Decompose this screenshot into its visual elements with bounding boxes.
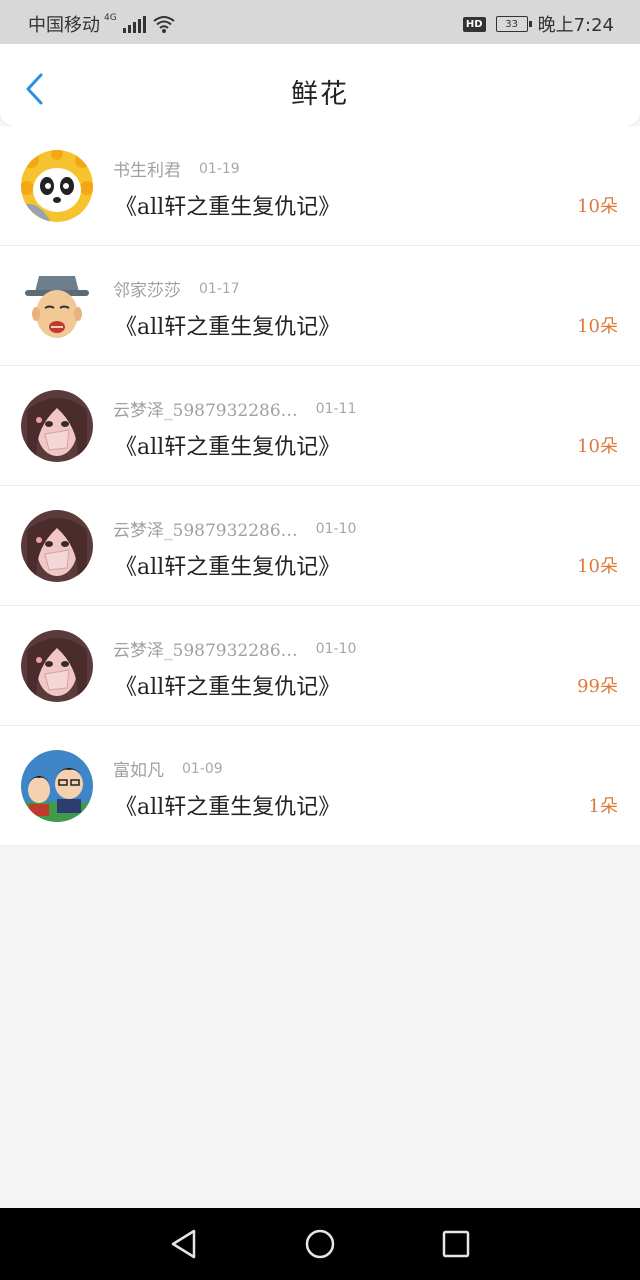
battery-icon: 33 (495, 16, 532, 32)
user-name: 邻家莎莎 (113, 281, 181, 301)
avatar (21, 750, 93, 822)
book-title: 《all轩之重生复仇记》 (115, 555, 341, 580)
status-left: 中国移动 4G (28, 11, 176, 37)
item-meta: 书生利君 01-19 (113, 156, 240, 182)
back-triangle-icon (171, 1229, 196, 1259)
user-name: 云梦泽_5987932286… (113, 521, 298, 541)
recents-square-icon (442, 1230, 470, 1258)
flower-list: 书生利君 01-19 《all轩之重生复仇记》 10朵 邻家莎莎 01-17 《 (0, 126, 640, 846)
list-item[interactable]: 云梦泽_5987932286… 01-11 《all轩之重生复仇记》 10朵 (0, 366, 640, 486)
flower-amount: 10朵 (577, 316, 618, 337)
flower-amount: 1朵 (588, 796, 618, 817)
book-title: 《all轩之重生复仇记》 (115, 435, 341, 460)
battery-level: 33 (505, 18, 518, 30)
list-item[interactable]: 云梦泽_5987932286… 01-10 《all轩之重生复仇记》 99朵 (0, 606, 640, 726)
avatar (21, 270, 93, 342)
list-item[interactable]: 富如凡 01-09 《all轩之重生复仇记》 1朵 (0, 726, 640, 846)
system-nav-bar (0, 1208, 640, 1280)
avatar (21, 150, 93, 222)
book-title: 《all轩之重生复仇记》 (115, 195, 341, 220)
user-name: 云梦泽_5987932286… (113, 401, 298, 421)
item-date: 01-10 (315, 640, 357, 657)
home-circle-icon (305, 1229, 335, 1259)
list-item[interactable]: 邻家莎莎 01-17 《all轩之重生复仇记》 10朵 (0, 246, 640, 366)
carrier-label: 中国移动 (28, 15, 100, 36)
item-date: 01-10 (315, 520, 357, 537)
item-date: 01-09 (182, 760, 223, 777)
item-meta: 云梦泽_5987932286… 01-10 (113, 516, 357, 542)
status-bar: 中国移动 4G HD 33 晚上7:24 (0, 0, 640, 44)
item-meta: 云梦泽_5987932286… 01-11 (113, 396, 357, 422)
status-right: HD 33 晚上7:24 (462, 11, 614, 37)
flower-amount: 10朵 (577, 556, 618, 577)
nav-recents-button[interactable] (440, 1228, 472, 1260)
user-name: 云梦泽_5987932286… (113, 641, 298, 661)
hd-badge: HD (462, 16, 486, 32)
item-date: 01-17 (199, 280, 240, 297)
book-title: 《all轩之重生复仇记》 (115, 675, 341, 700)
user-name: 富如凡 (113, 761, 164, 781)
book-title: 《all轩之重生复仇记》 (115, 795, 341, 820)
flower-amount: 10朵 (577, 196, 618, 217)
flower-amount: 99朵 (577, 676, 618, 697)
book-title: 《all轩之重生复仇记》 (115, 315, 341, 340)
item-meta: 云梦泽_5987932286… 01-10 (113, 636, 357, 662)
item-meta: 邻家莎莎 01-17 (113, 276, 240, 302)
avatar (21, 630, 93, 702)
nav-home-button[interactable] (304, 1228, 336, 1260)
item-date: 01-19 (199, 160, 240, 177)
signal-icon (122, 15, 146, 33)
nav-back-button[interactable] (168, 1228, 200, 1260)
avatar (21, 390, 93, 462)
list-item[interactable]: 云梦泽_5987932286… 01-10 《all轩之重生复仇记》 10朵 (0, 486, 640, 606)
avatar (21, 510, 93, 582)
clock: 晚上7:24 (537, 15, 614, 36)
network-type: 4G (104, 13, 117, 23)
list-item[interactable]: 书生利君 01-19 《all轩之重生复仇记》 10朵 (0, 126, 640, 246)
top-app-bar: 鲜花 (0, 44, 640, 126)
page-title: 鲜花 (291, 79, 349, 110)
user-name: 书生利君 (113, 161, 181, 181)
flower-amount: 10朵 (577, 436, 618, 457)
item-meta: 富如凡 01-09 (113, 756, 223, 782)
item-date: 01-11 (315, 400, 357, 417)
wifi-icon (153, 16, 175, 33)
